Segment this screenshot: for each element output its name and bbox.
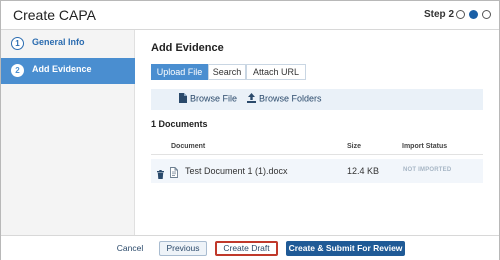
create-submit-button[interactable]: Create & Submit For Review bbox=[286, 241, 405, 256]
sidebar-item-label: Add Evidence bbox=[32, 64, 92, 74]
dialog-title: Create CAPA bbox=[13, 7, 96, 23]
wizard-sidebar: 1 General Info 2 Add Evidence bbox=[1, 30, 135, 235]
step-dot-2 bbox=[469, 10, 478, 19]
tab-search[interactable]: Search bbox=[208, 64, 246, 80]
document-count: 1 Documents bbox=[151, 119, 208, 129]
tab-upload-file[interactable]: Upload File bbox=[151, 64, 208, 80]
upload-icon bbox=[247, 93, 256, 105]
sidebar-item-label: General Info bbox=[32, 37, 85, 47]
step-number-badge: 1 bbox=[11, 37, 24, 50]
step-dot-1 bbox=[456, 10, 465, 19]
column-header-import-status: Import Status bbox=[402, 143, 448, 150]
dialog-header: Create CAPA Step 2 bbox=[1, 1, 499, 30]
column-header-document: Document bbox=[171, 143, 206, 150]
browse-folders-button[interactable]: Browse Folders bbox=[247, 93, 322, 105]
document-name: Test Document 1 (1).docx bbox=[185, 166, 288, 176]
file-icon bbox=[179, 93, 187, 105]
document-size: 12.4 KB bbox=[347, 166, 380, 176]
step-indicator-label: Step 2 bbox=[424, 9, 455, 20]
sidebar-item-add-evidence[interactable]: 2 Add Evidence bbox=[1, 58, 135, 84]
create-capa-dialog: Create CAPA Step 2 1 General Info 2 Add … bbox=[0, 0, 500, 260]
browse-file-label: Browse File bbox=[190, 93, 238, 104]
dialog-footer: Cancel Previous Create Draft Create & Su… bbox=[1, 235, 499, 260]
browse-folders-label: Browse Folders bbox=[259, 93, 322, 104]
tab-attach-url[interactable]: Attach URL bbox=[246, 64, 306, 80]
table-header-divider bbox=[151, 154, 483, 155]
column-header-size: Size bbox=[347, 143, 362, 150]
step-dot-3 bbox=[482, 10, 491, 19]
table-row: Test Document 1 (1).docx 12.4 KB NOT IMP… bbox=[151, 159, 483, 183]
previous-button[interactable]: Previous bbox=[159, 241, 207, 256]
browse-toolbar: Browse File Browse Folders bbox=[151, 89, 483, 110]
cancel-button[interactable]: Cancel bbox=[109, 241, 151, 256]
browse-file-button[interactable]: Browse File bbox=[179, 93, 237, 105]
trash-icon[interactable] bbox=[157, 166, 164, 184]
import-status-badge: NOT IMPORTED bbox=[403, 167, 452, 173]
sidebar-item-general-info[interactable]: 1 General Info bbox=[1, 31, 135, 57]
step-number-badge: 2 bbox=[11, 64, 24, 77]
document-icon bbox=[170, 165, 178, 183]
create-draft-button[interactable]: Create Draft bbox=[215, 241, 278, 256]
section-title: Add Evidence bbox=[151, 42, 224, 54]
